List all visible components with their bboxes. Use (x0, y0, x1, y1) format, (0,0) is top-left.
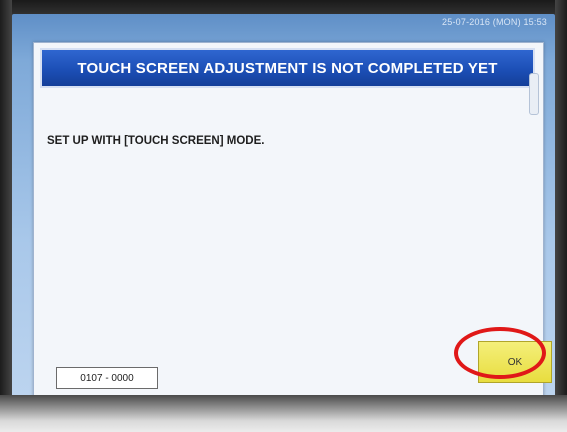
error-code: 0107 - 0000 (80, 372, 134, 384)
dialog-title: TOUCH SCREEN ADJUSTMENT IS NOT COMPLETED… (77, 59, 498, 77)
error-code-box: 0107 - 0000 (56, 367, 158, 389)
datetime-display: 25-07-2016 (MON) 15:53 (442, 17, 547, 27)
dialog-message: SET UP WITH [TOUCH SCREEN] MODE. (47, 135, 265, 147)
device-bezel-left (0, 0, 12, 432)
device-bezel-right (555, 0, 567, 432)
highlight-annotation-ring (454, 327, 546, 379)
dialog-header: TOUCH SCREEN ADJUSTMENT IS NOT COMPLETED… (40, 48, 535, 88)
device-bezel-bottom (0, 395, 567, 432)
dialog-scrollbar[interactable] (529, 73, 539, 115)
